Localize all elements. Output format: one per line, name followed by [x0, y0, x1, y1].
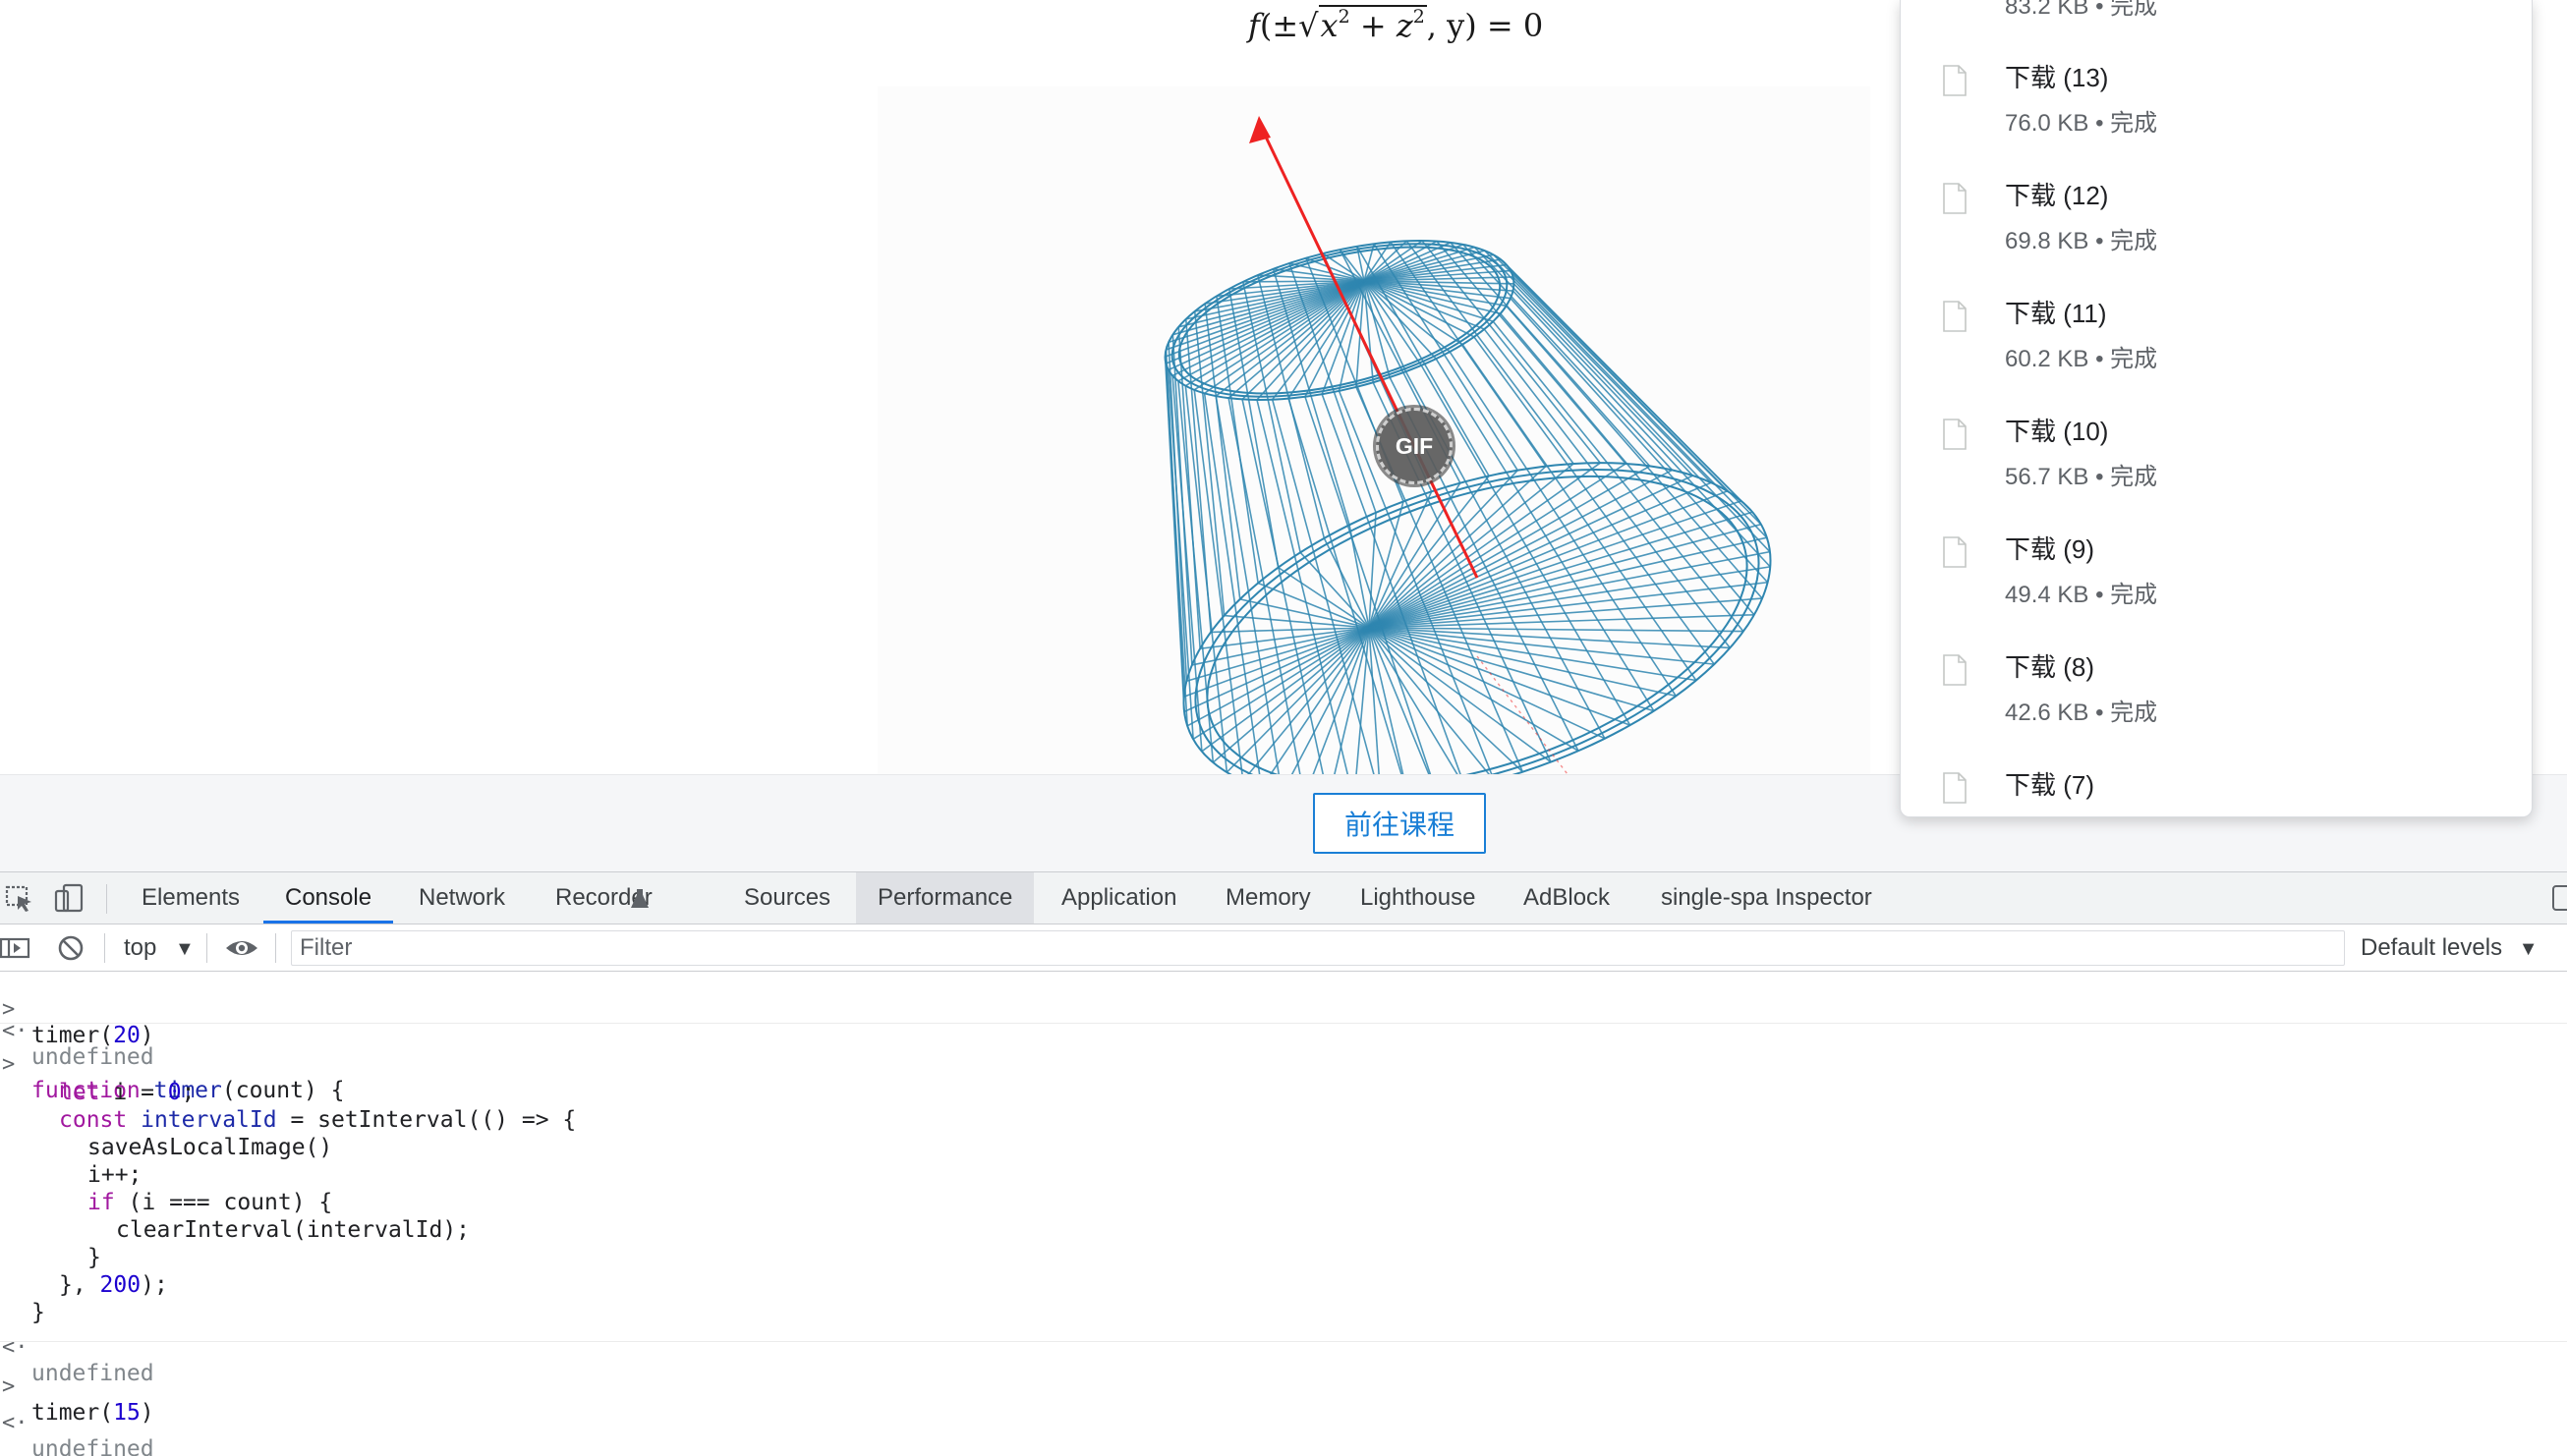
console-output[interactable]: > timer(20) <· undefined > function time…: [0, 972, 2567, 1456]
wireframe-spoke: [1269, 627, 1370, 774]
devtools-panel: Elements Console Network Recorder Sources Per…: [0, 871, 2567, 1456]
console-entry-divider: [0, 1341, 2567, 1342]
download-item-meta: 83.2 KB • 完成: [2005, 0, 2158, 20]
download-item-name: 下载 (13): [2005, 63, 2109, 92]
tab-elements[interactable]: Elements: [120, 872, 261, 924]
console-result-value: undefined: [31, 1436, 154, 1456]
tab-network[interactable]: Network: [397, 872, 527, 924]
wireframe-spoke: [1368, 462, 1601, 629]
download-item-meta: 42.6 KB • 完成: [2005, 700, 2158, 726]
wireframe-spoke: [1224, 614, 1370, 629]
tab-memory[interactable]: Memory: [1204, 872, 1333, 924]
download-item-name: 下载 (7): [2005, 770, 2095, 800]
device-toolbar-icon[interactable]: [53, 882, 85, 914]
file-icon: [1942, 654, 1968, 686]
flask-icon: [630, 872, 650, 924]
wireframe-side-line: [1193, 389, 1243, 774]
wireframe-spoke: [1257, 582, 1370, 629]
toolbar-divider: [206, 933, 207, 963]
tab-performance[interactable]: Performance: [856, 872, 1035, 924]
toolbar-divider: [104, 933, 105, 963]
eye-icon[interactable]: [224, 932, 259, 964]
wireframe-spoke: [1363, 280, 1507, 308]
chevron-down-icon: ▼: [2518, 938, 2538, 960]
download-item-name: 下载 (11): [2005, 299, 2107, 328]
download-item[interactable]: 下载 (7): [1901, 758, 2532, 816]
download-item[interactable]: 下载 (9) 49.4 KB • 完成: [1901, 523, 2532, 641]
file-icon: [1942, 183, 1968, 214]
download-item-meta: 69.8 KB • 完成: [2005, 228, 2158, 254]
go-to-course-button[interactable]: 前往课程: [1313, 793, 1486, 854]
file-icon: [1942, 65, 1968, 96]
tab-application[interactable]: Application: [1040, 872, 1198, 924]
download-item-name: 下载 (9): [2005, 534, 2095, 564]
wireframe-spoke: [1212, 627, 1370, 763]
tab-lighthouse[interactable]: Lighthouse: [1339, 872, 1497, 924]
downloads-panel[interactable]: 83.2 KB • 完成 下载 (13) 76.0 KB • 完成 下载 (12) 6…: [1900, 0, 2533, 817]
download-item-name: 下载 (10): [2005, 417, 2109, 446]
wireframe-side-line: [1506, 264, 1753, 513]
show-sidebar-icon[interactable]: [0, 932, 31, 964]
console-filter-input[interactable]: [291, 930, 2345, 966]
log-levels-label: Default levels: [2361, 934, 2503, 961]
download-item-meta: 56.7 KB • 完成: [2005, 464, 2158, 490]
download-item[interactable]: 下载 (11) 60.2 KB • 完成: [1901, 287, 2532, 405]
wireframe-spoke: [1278, 566, 1370, 629]
wireframe-spoke: [1312, 627, 1370, 774]
download-item-name: 下载 (12): [2005, 181, 2109, 210]
wireframe-side-line: [1512, 290, 1771, 568]
log-levels-dropdown[interactable]: Default levels ▼: [2361, 924, 2538, 972]
download-item[interactable]: 下载 (10) 56.7 KB • 完成: [1901, 405, 2532, 523]
wireframe-side-line: [1420, 364, 1631, 726]
download-item[interactable]: 下载 (13) 76.0 KB • 完成: [1901, 51, 2532, 169]
wireframe-spoke: [1368, 627, 1491, 774]
download-item-meta: 76.0 KB • 完成: [2005, 110, 2158, 137]
download-item[interactable]: 下载 (8) 42.6 KB • 完成: [1901, 641, 2532, 758]
wireframe-spoke: [1299, 551, 1370, 629]
tab-single-spa-inspector[interactable]: single-spa Inspector: [1639, 872, 1894, 924]
wireframe-spoke: [1355, 627, 1370, 774]
console-toolbar: top ▼ Default levels ▼: [0, 924, 2567, 972]
3d-wireframe-canvas[interactable]: [878, 86, 1870, 774]
console-entry-divider: [0, 1023, 2567, 1024]
wireframe-spoke: [1368, 627, 1606, 740]
chevron-down-icon: ▼: [175, 938, 195, 960]
result-arrow-icon: <·: [2, 1411, 29, 1435]
wireframe-spoke: [1242, 280, 1365, 283]
javascript-context-select[interactable]: top ▼: [124, 924, 195, 972]
tab-console[interactable]: Console: [263, 872, 394, 924]
wireframe-spoke: [1368, 512, 1377, 629]
wireframe-side-line: [1204, 304, 1241, 599]
context-select-label: top: [124, 934, 157, 961]
tab-recorder[interactable]: Recorder: [534, 872, 674, 924]
wireframe-frustum-graphic: [1164, 116, 1772, 774]
formula-title: f(±√x2 + z2, y) = 0: [1248, 5, 1544, 44]
download-item-meta: 49.4 KB • 完成: [2005, 582, 2158, 608]
file-icon: [1942, 772, 1968, 804]
inspect-element-icon[interactable]: [4, 882, 35, 914]
console-result-entry: <· undefined: [0, 1385, 2567, 1456]
wireframe-spoke: [1368, 627, 1696, 682]
clear-console-icon[interactable]: [55, 932, 86, 964]
tab-sources[interactable]: Sources: [722, 872, 852, 924]
file-icon: [1942, 419, 1968, 450]
wireframe-side-line: [1484, 250, 1712, 483]
file-icon: [1942, 536, 1968, 568]
gif-record-badge[interactable]: GIF: [1376, 408, 1453, 484]
download-item[interactable]: 下载 (12) 69.8 KB • 完成: [1901, 169, 2532, 287]
panel-overflow-icon[interactable]: [2551, 882, 2567, 914]
tab-bar-divider: [106, 884, 107, 914]
toolbar-divider: [275, 933, 276, 963]
wireframe-spoke: [1368, 511, 1753, 629]
download-item-name: 下载 (8): [2005, 652, 2095, 682]
tab-adblock[interactable]: AdBlock: [1502, 872, 1631, 924]
devtools-tab-bar: Elements Console Network Recorder Sources Per…: [0, 872, 2567, 924]
file-icon: [1942, 301, 1968, 332]
download-item-meta: 60.2 KB • 完成: [2005, 346, 2158, 372]
